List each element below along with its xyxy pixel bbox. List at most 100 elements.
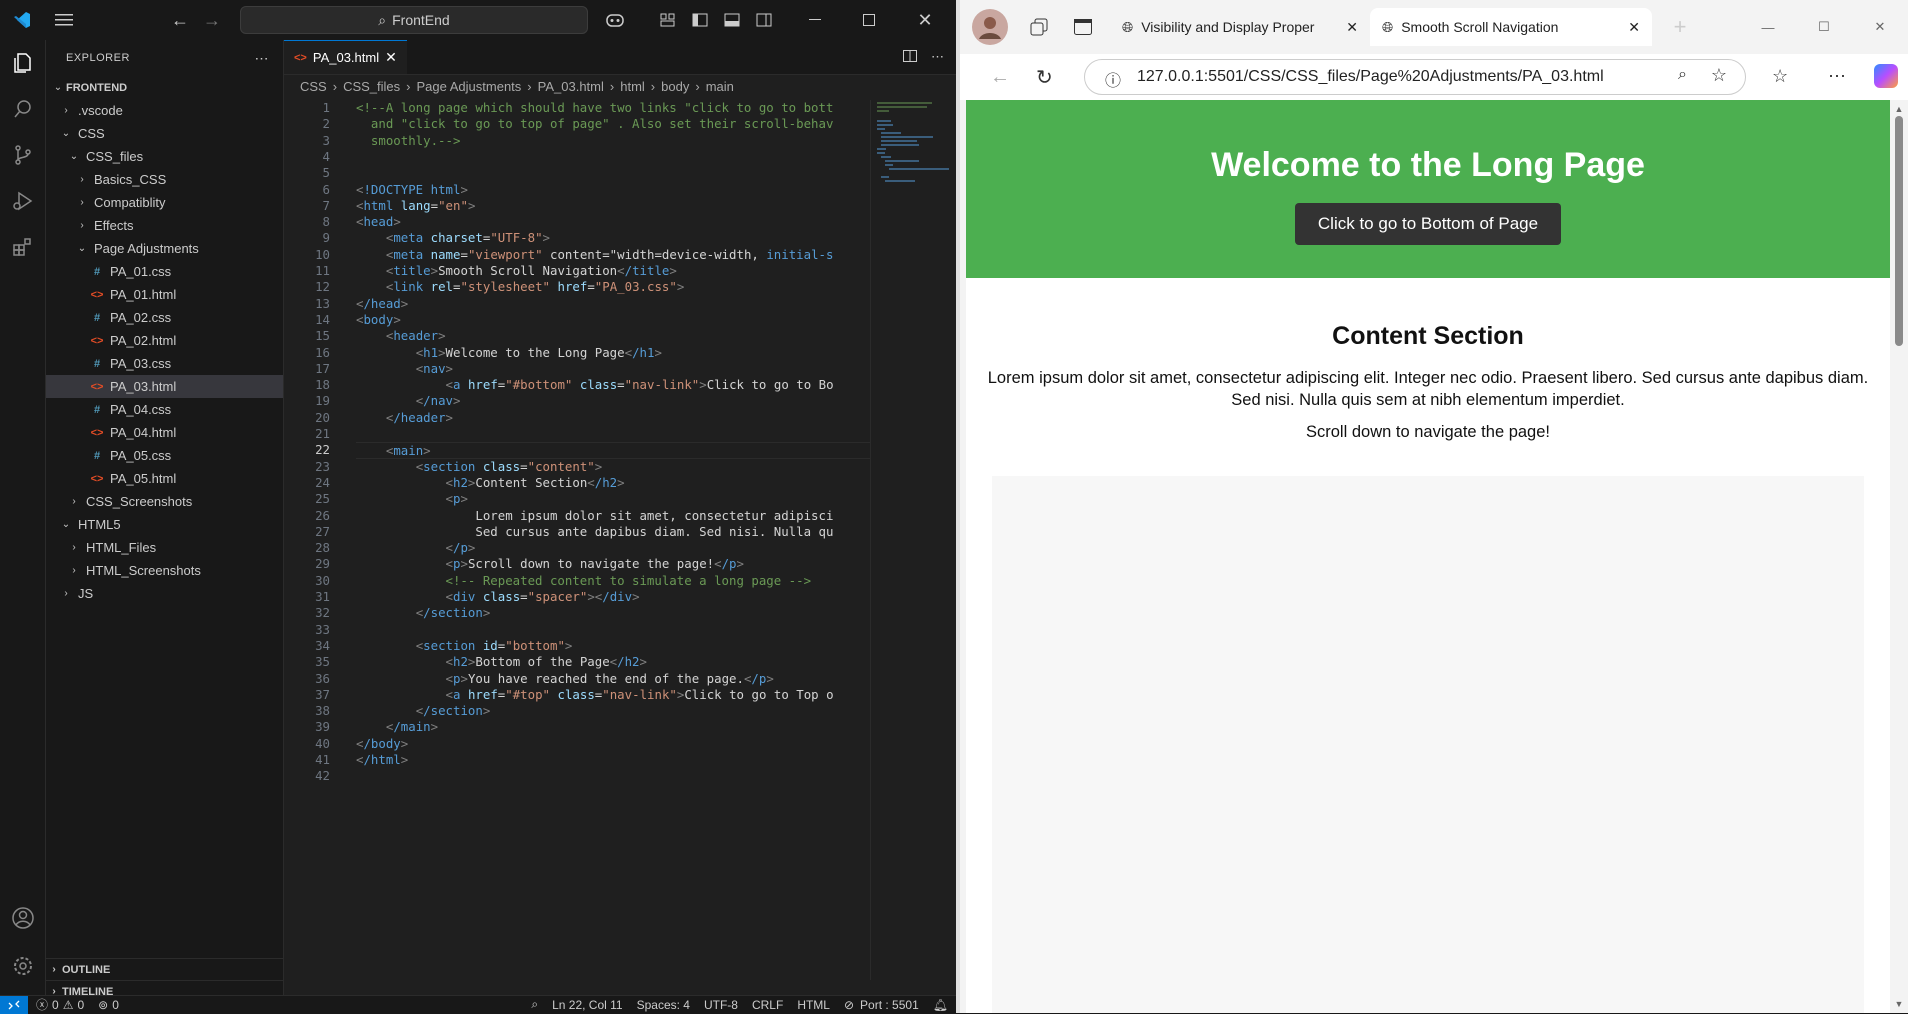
tree-file[interactable]: <> PA_02.html <box>46 329 283 352</box>
page-scrollbar[interactable]: ▲ ▼ <box>1890 100 1908 1013</box>
code-line[interactable]: <main> <box>356 442 870 460</box>
tree-folder[interactable]: › .vscode <box>46 99 283 122</box>
code-line[interactable]: </section> <box>356 703 491 718</box>
command-center-search[interactable]: ⌕ FrontEnd <box>240 6 588 34</box>
settings-more-icon[interactable]: ⋯ <box>1828 66 1846 87</box>
browser-tab-visibility[interactable]: 🌐︎ Visibility and Display Proper ✕ <box>1110 8 1370 46</box>
copilot-icon[interactable] <box>600 0 630 40</box>
tree-file[interactable]: <> PA_05.html <box>46 467 283 490</box>
tab-actions-icon[interactable] <box>1066 19 1100 35</box>
code-line[interactable]: <meta charset="UTF-8"> <box>356 230 550 245</box>
tree-file[interactable]: <> PA_03.html <box>46 375 283 398</box>
code-line[interactable]: <h1>Welcome to the Long Page</h1> <box>356 345 662 360</box>
toggle-secondary-sidebar-icon[interactable] <box>752 0 776 40</box>
cursor-position[interactable]: Ln 22, Col 11 <box>552 998 623 1012</box>
code-line[interactable]: <!--A long page which should have two li… <box>356 100 833 115</box>
tree-folder[interactable]: › Compatiblity <box>46 191 283 214</box>
breadcrumb-item[interactable]: main <box>706 79 734 94</box>
code-line[interactable]: </head> <box>356 296 408 311</box>
toggle-panel-icon[interactable] <box>720 0 744 40</box>
code-line[interactable]: <section class="content"> <box>356 459 603 474</box>
menu-icon[interactable] <box>50 0 78 40</box>
language-mode[interactable]: HTML <box>797 998 830 1012</box>
close-tab-icon[interactable]: ✕ <box>1628 19 1640 36</box>
code-line[interactable]: <p>Scroll down to navigate the page!</p> <box>356 556 744 571</box>
code-line[interactable]: <title>Smooth Scroll Navigation</title> <box>356 263 677 278</box>
account-icon[interactable] <box>0 895 46 941</box>
live-server-port[interactable]: Port : 5501 <box>860 998 919 1012</box>
minimize-icon[interactable]: — <box>1740 20 1796 35</box>
tree-folder[interactable]: › CSS_Screenshots <box>46 490 283 513</box>
code-line[interactable]: <a href="#bottom" class="nav-link">Click… <box>356 377 834 392</box>
workspaces-icon[interactable] <box>1022 18 1056 36</box>
back-arrow-icon[interactable]: ← <box>168 0 192 40</box>
code-line[interactable]: </html> <box>356 752 408 767</box>
tree-file[interactable]: # PA_04.css <box>46 398 283 421</box>
tree-file[interactable]: # PA_05.css <box>46 444 283 467</box>
tab-pa-03-html[interactable]: <> PA_03.html ✕ <box>284 40 407 74</box>
code-line[interactable]: Lorem ipsum dolor sit amet, consectetur … <box>356 508 833 523</box>
scroll-thumb[interactable] <box>1895 116 1903 346</box>
code-line[interactable]: <h2>Bottom of the Page</h2> <box>356 654 647 669</box>
new-tab-icon[interactable]: + <box>1662 14 1698 40</box>
more-actions-icon[interactable]: ⋯ <box>255 50 270 67</box>
tree-folder[interactable]: ⌄ Page Adjustments <box>46 237 283 260</box>
tree-folder[interactable]: › Effects <box>46 214 283 237</box>
tree-file[interactable]: # PA_02.css <box>46 306 283 329</box>
tree-folder[interactable]: ⌄ CSS <box>46 122 283 145</box>
copilot-icon[interactable] <box>1874 64 1898 88</box>
code-line[interactable]: smoothly.--> <box>356 133 461 148</box>
breadcrumb-item[interactable]: Page Adjustments <box>417 79 522 94</box>
ports-indicator[interactable]: ⊚ 0 <box>98 998 119 1012</box>
maximize-icon[interactable]: ☐ <box>1796 19 1852 35</box>
maximize-icon[interactable] <box>854 0 884 40</box>
code-line[interactable]: </main> <box>356 719 438 734</box>
tree-folder[interactable]: › HTML_Screenshots <box>46 559 283 582</box>
split-editor-icon[interactable] <box>903 49 917 65</box>
code-line[interactable]: <html lang="en"> <box>356 198 475 213</box>
url-field[interactable]: ⓘ 127.0.0.1:5501/CSS/CSS_files/Page%20Ad… <box>1084 59 1746 95</box>
outline-section[interactable]: › OUTLINE <box>46 958 284 980</box>
code-line[interactable]: </nav> <box>356 393 461 408</box>
tree-file[interactable]: <> PA_04.html <box>46 421 283 444</box>
breadcrumb-item[interactable]: body <box>661 79 689 94</box>
code-line[interactable]: <meta name="viewport" content="width=dev… <box>356 247 834 262</box>
favorites-icon[interactable]: ☆ <box>1772 66 1788 87</box>
minimize-icon[interactable] <box>800 0 830 40</box>
code-line[interactable]: <div class="spacer"></div> <box>356 589 640 604</box>
close-tab-icon[interactable]: ✕ <box>1346 19 1358 36</box>
tree-folder[interactable]: › Basics_CSS <box>46 168 283 191</box>
tree-folder[interactable]: ⌄ HTML5 <box>46 513 283 536</box>
go-to-bottom-link[interactable]: Click to go to Bottom of Page <box>1294 203 1562 245</box>
search-icon[interactable] <box>0 86 46 132</box>
code-line[interactable]: <h2>Content Section</h2> <box>356 475 625 490</box>
scroll-up-icon[interactable]: ▲ <box>1890 104 1908 114</box>
code-line[interactable]: </section> <box>356 605 491 620</box>
code-line[interactable]: </body> <box>356 736 408 751</box>
tree-folder[interactable]: ⌄ CSS_files <box>46 145 283 168</box>
explorer-icon[interactable] <box>0 40 46 86</box>
tree-file[interactable]: <> PA_01.html <box>46 283 283 306</box>
code-line[interactable]: <!-- Repeated content to simulate a long… <box>356 573 812 588</box>
code-line[interactable]: <section id="bottom"> <box>356 638 573 653</box>
browser-tab-smooth-scroll[interactable]: 🌐︎ Smooth Scroll Navigation ✕ <box>1370 8 1652 46</box>
remote-icon[interactable] <box>0 995 28 1014</box>
minimap[interactable] <box>870 100 956 980</box>
settings-gear-icon[interactable] <box>0 943 46 989</box>
breadcrumb-item[interactable]: CSS <box>300 79 327 94</box>
tree-root-frontend[interactable]: ⌄ FRONTEND <box>46 76 283 99</box>
indentation[interactable]: Spaces: 4 <box>637 998 690 1012</box>
code-line[interactable]: <header> <box>356 328 446 343</box>
profile-avatar[interactable] <box>972 9 1008 45</box>
close-window-icon[interactable]: ✕ <box>1852 19 1908 35</box>
code-line[interactable]: <p> <box>356 491 468 506</box>
extensions-icon[interactable] <box>0 224 46 270</box>
code-editor[interactable]: 1 <!--A long page which should have two l… <box>284 100 870 980</box>
source-control-icon[interactable] <box>0 132 46 178</box>
code-line[interactable]: <body> <box>356 312 401 327</box>
favorite-star-icon[interactable]: ☆ <box>1711 65 1727 86</box>
code-line[interactable]: </header> <box>356 410 453 425</box>
breadcrumb-item[interactable]: CSS_files <box>343 79 400 94</box>
problems-indicator[interactable]: ⓧ 0 ⚠ 0 <box>36 996 84 1013</box>
tree-file[interactable]: # PA_03.css <box>46 352 283 375</box>
